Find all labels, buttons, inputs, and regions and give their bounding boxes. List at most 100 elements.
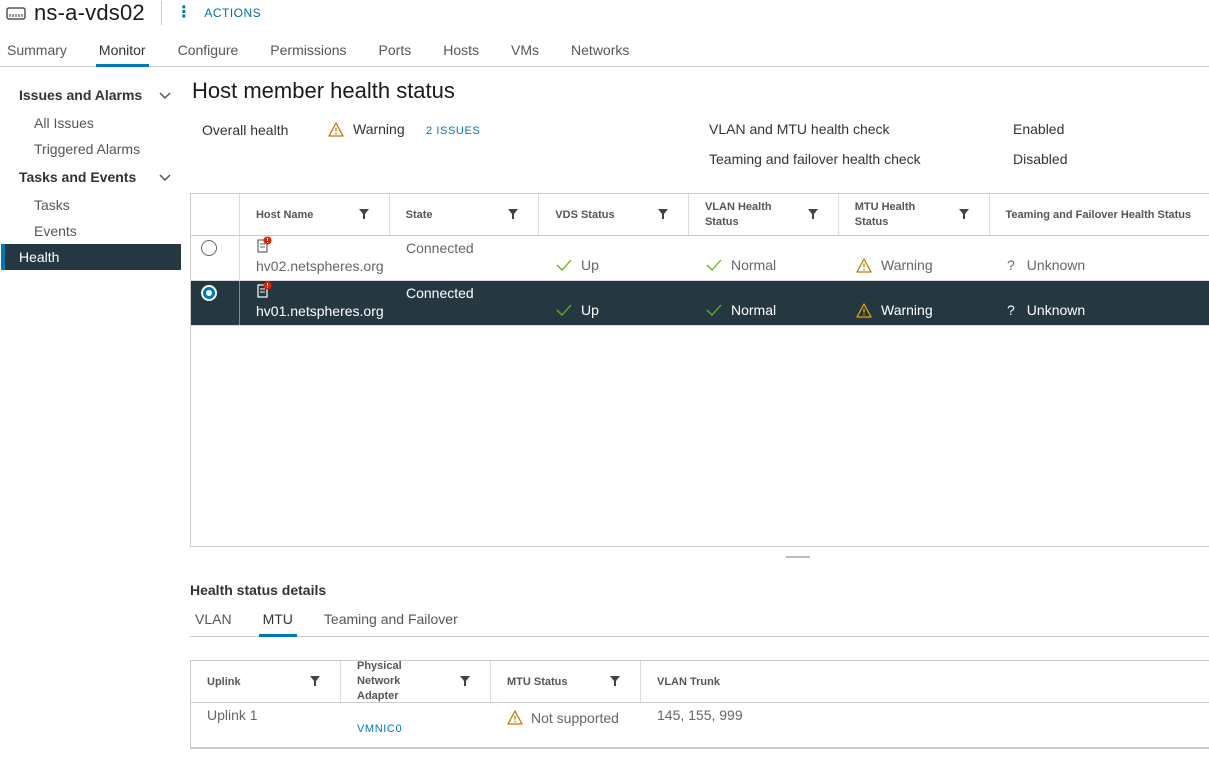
tab-monitor[interactable]: Monitor — [95, 36, 149, 67]
vertical-ellipsis-icon: ⋮ — [175, 4, 193, 21]
tab-teaming-and-failover[interactable]: Teaming and Failover — [324, 608, 458, 636]
vds-status-cell: Up — [540, 236, 690, 280]
vlan-status-cell: Normal — [690, 236, 840, 280]
table-row-selected[interactable]: hv01.netspheres.org Connected Up Normal … — [191, 281, 1209, 326]
sidebar-item-health[interactable]: Health — [1, 244, 181, 270]
column-header-physical-adapter[interactable]: Physical Network Adapter — [341, 660, 491, 702]
distributed-switch-icon — [6, 7, 26, 20]
filter-icon[interactable] — [657, 209, 668, 219]
column-header-uplink[interactable]: Uplink — [191, 661, 341, 702]
page-title: Host member health status — [192, 78, 455, 103]
vlan-trunk-cell: 145, 155, 999 — [657, 707, 743, 723]
column-header-vlan-health[interactable]: VLAN Health Status — [689, 194, 839, 235]
filter-icon[interactable] — [310, 676, 320, 686]
column-header-teaming-health[interactable]: Teaming and Failover Health Status — [990, 194, 1209, 235]
actions-button[interactable]: ⋮ ACTIONS — [176, 5, 261, 21]
filter-icon[interactable] — [508, 209, 519, 219]
state-cell: Connected — [406, 285, 474, 301]
host-name-text[interactable]: hv01.netspheres.org — [256, 303, 384, 319]
tab-vms[interactable]: VMs — [511, 36, 539, 66]
monitor-sidebar: Issues and Alarms All Issues Triggered A… — [0, 80, 181, 270]
status-text: Warning — [881, 257, 933, 273]
column-header-mtu-status[interactable]: MTU Status — [491, 661, 641, 702]
tab-configure[interactable]: Configure — [178, 36, 239, 66]
host-name-cell: hv01.netspheres.org — [240, 281, 390, 325]
overall-health-label: Overall health — [202, 122, 289, 138]
status-text: Warning — [881, 302, 933, 318]
row-select-cell[interactable] — [191, 236, 240, 280]
column-header-vlan-trunk[interactable]: VLAN Trunk — [641, 661, 1208, 702]
filter-icon[interactable] — [358, 209, 369, 219]
column-header-state[interactable]: State — [390, 194, 540, 235]
filter-icon[interactable] — [958, 209, 969, 219]
select-column-header — [191, 194, 240, 235]
sidebar-item-events[interactable]: Events — [0, 218, 180, 244]
table-row[interactable]: hv02.netspheres.org Connected Up Normal … — [191, 236, 1209, 281]
datagrid-header: Uplink Physical Network Adapter MTU Stat… — [191, 660, 1209, 703]
sidebar-item-tasks[interactable]: Tasks — [0, 192, 180, 218]
row-radio[interactable] — [201, 240, 217, 256]
row-select-cell[interactable] — [191, 281, 240, 325]
chevron-down-icon — [159, 92, 171, 100]
details-title: Health status details — [190, 582, 327, 598]
column-label: VDS Status — [555, 208, 615, 221]
status-text: Up — [581, 257, 599, 273]
check-icon — [706, 304, 722, 316]
overall-health-text: Warning — [353, 121, 405, 137]
check-icon — [706, 259, 722, 271]
issues-link[interactable]: 2 ISSUES — [426, 125, 480, 137]
row-radio[interactable] — [201, 285, 217, 301]
chevron-down-icon — [159, 174, 171, 182]
mtu-status-cell: Warning — [840, 281, 991, 325]
details-tabs: VLAN MTU Teaming and Failover — [190, 608, 1209, 637]
mtu-details-datagrid: Uplink Physical Network Adapter MTU Stat… — [190, 660, 1209, 749]
state-cell: Connected — [406, 240, 474, 256]
host-name-cell: hv02.netspheres.org — [240, 236, 390, 280]
check-icon — [556, 259, 572, 271]
column-label: Teaming and Failover Health Status — [1005, 208, 1192, 221]
table-row: Uplink 1 VMNIC0 Not supported 145, 155, … — [191, 703, 1209, 749]
sidebar-group-tasks-and-events[interactable]: Tasks and Events — [0, 162, 180, 192]
status-text: Unknown — [1026, 257, 1086, 273]
tab-permissions[interactable]: Permissions — [270, 36, 346, 66]
teaming-check-value: Disabled — [1013, 151, 1068, 167]
column-label: Uplink — [207, 675, 241, 688]
hosts-datagrid: Host Name State VDS Status VLAN Health S… — [190, 193, 1209, 547]
column-label: MTU Health Status — [854, 200, 916, 228]
filter-icon[interactable] — [610, 676, 620, 686]
tab-ports[interactable]: Ports — [379, 36, 412, 66]
pane-resize-handle[interactable] — [786, 556, 810, 558]
column-label: VLAN Health Status — [704, 200, 772, 228]
vlan-status-cell: Normal — [690, 281, 840, 325]
filter-icon[interactable] — [807, 209, 818, 219]
header-divider — [160, 1, 162, 25]
tab-summary[interactable]: Summary — [7, 36, 67, 66]
column-header-host-name[interactable]: Host Name — [240, 194, 390, 235]
status-text: Normal — [731, 257, 777, 273]
column-header-mtu-health[interactable]: MTU Health Status — [839, 194, 990, 235]
vlan-mtu-check-label: VLAN and MTU health check — [709, 121, 890, 137]
status-text: Not supported — [531, 710, 619, 726]
object-title: ns-a-vds02 — [34, 0, 145, 25]
filter-icon[interactable] — [460, 676, 470, 686]
column-label: Physical Network Adapter — [357, 660, 402, 702]
sidebar-group-issues-and-alarms[interactable]: Issues and Alarms — [0, 80, 180, 110]
status-text: Up — [581, 302, 599, 318]
host-alert-icon — [257, 281, 272, 298]
teaming-check-label: Teaming and failover health check — [709, 151, 921, 167]
host-alert-icon — [257, 236, 272, 253]
column-label: State — [405, 208, 433, 221]
tab-networks[interactable]: Networks — [571, 36, 629, 66]
object-tabs: Summary Monitor Configure Permissions Po… — [0, 36, 1209, 67]
sidebar-item-triggered-alarms[interactable]: Triggered Alarms — [0, 136, 180, 162]
sidebar-item-all-issues[interactable]: All Issues — [0, 110, 180, 136]
vlan-mtu-check-value: Enabled — [1013, 121, 1065, 137]
adapter-link[interactable]: VMNIC0 — [357, 723, 402, 735]
tab-hosts[interactable]: Hosts — [443, 36, 479, 66]
tab-vlan[interactable]: VLAN — [195, 608, 232, 636]
column-label: Host Name — [255, 208, 314, 221]
column-header-vds-status[interactable]: VDS Status — [539, 194, 689, 235]
tab-mtu[interactable]: MTU — [258, 608, 298, 637]
actions-label: ACTIONS — [204, 6, 262, 20]
host-name-text[interactable]: hv02.netspheres.org — [256, 258, 384, 274]
